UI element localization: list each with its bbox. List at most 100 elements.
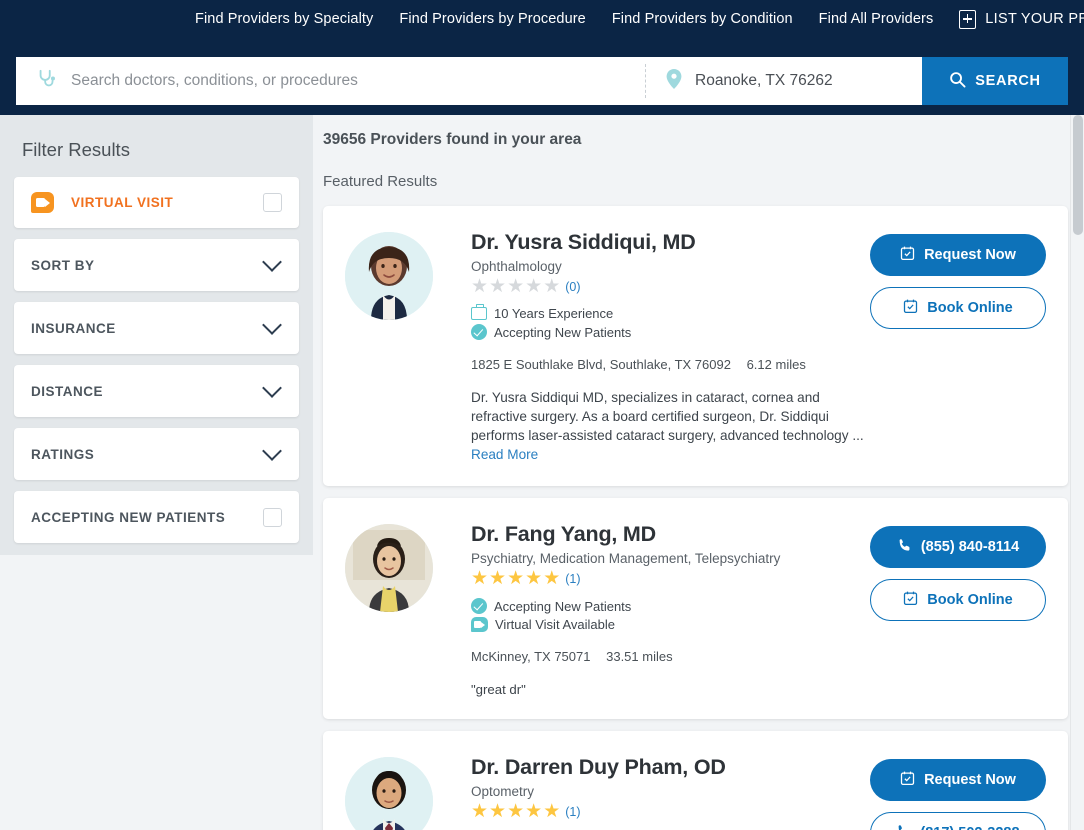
filter-insurance[interactable]: INSURANCE (14, 302, 299, 354)
filter-ratings-label: RATINGS (31, 446, 95, 462)
provider-badge-accepting: Accepting New Patients (471, 598, 870, 614)
provider-card[interactable]: Dr. Yusra Siddiqui, MD Ophthalmology ★ ★… (323, 206, 1068, 486)
filter-sort-by[interactable]: SORT BY (14, 239, 299, 291)
chevron-down-icon[interactable] (262, 252, 282, 272)
star-icon: ★ (525, 801, 543, 822)
book-online-button[interactable]: Book Online (870, 579, 1046, 621)
star-icon: ★ (489, 568, 507, 589)
site-header: Find Providers by Specialty Find Provide… (0, 0, 1084, 115)
phone-icon (897, 538, 912, 557)
stethoscope-icon (36, 68, 58, 95)
provider-name[interactable]: Dr. Yusra Siddiqui, MD (471, 230, 870, 255)
list-your-practice-label: LIST YOUR PRACTICE (985, 11, 1084, 27)
nav-link-specialty[interactable]: Find Providers by Specialty (195, 11, 373, 27)
star-icon: ★ (543, 276, 561, 297)
provider-rating: ★ ★ ★ ★ ★ (1) (471, 569, 870, 588)
filter-ratings[interactable]: RATINGS (14, 428, 299, 480)
search-bar: SEARCH (16, 57, 1068, 105)
filter-accepting-new-patients-checkbox[interactable] (263, 507, 282, 527)
list-your-practice-button[interactable]: LIST YOUR PRACTICE (959, 9, 1084, 29)
phone-button[interactable]: (817) 502-3288 (870, 812, 1046, 830)
provider-review-quote: "great dr" (471, 682, 526, 697)
search-input[interactable] (71, 72, 646, 90)
scrollbar-thumb[interactable] (1073, 115, 1083, 235)
nav-link-condition[interactable]: Find Providers by Condition (612, 11, 793, 27)
page-scrollbar[interactable] (1070, 115, 1084, 830)
star-icon: ★ (507, 801, 525, 822)
page-body: Filter Results VIRTUAL VISIT SORT BY INS… (0, 115, 1084, 830)
provider-actions: Request Now Book Online (870, 228, 1046, 464)
provider-distance: 6.12 miles (746, 357, 806, 372)
review-count[interactable]: (0) (565, 280, 580, 294)
provider-name[interactable]: Dr. Darren Duy Pham, OD (471, 755, 870, 780)
chevron-down-icon[interactable] (262, 378, 282, 398)
search-query-field[interactable] (16, 57, 646, 105)
nav-link-all-providers[interactable]: Find All Providers (819, 11, 934, 27)
provider-address: McKinney, TX 75071 (471, 649, 591, 664)
filter-virtual-visit-checkbox[interactable] (263, 193, 282, 212)
provider-card[interactable]: Dr. Fang Yang, MD Psychiatry, Medication… (323, 498, 1068, 719)
location-input[interactable] (695, 72, 922, 90)
read-more-link[interactable]: Read More (471, 447, 538, 462)
star-icon: ★ (525, 568, 543, 589)
star-icon: ★ (507, 276, 525, 297)
request-now-button[interactable]: Request Now (870, 234, 1046, 276)
video-chat-icon (31, 192, 54, 213)
phone-button[interactable]: (855) 840-8114 (870, 526, 1046, 568)
provider-info: Dr. Yusra Siddiqui, MD Ophthalmology ★ ★… (435, 228, 870, 464)
provider-specialty: Ophthalmology (471, 259, 562, 274)
chevron-down-icon[interactable] (262, 441, 282, 461)
provider-info: Dr. Fang Yang, MD Psychiatry, Medication… (435, 520, 870, 697)
filter-distance[interactable]: DISTANCE (14, 365, 299, 417)
star-rating: ★ ★ ★ ★ ★ (471, 802, 560, 821)
location-field[interactable] (646, 57, 922, 105)
filter-panel-title: Filter Results (22, 139, 130, 160)
filter-accepting-new-patients-label: ACCEPTING NEW PATIENTS (31, 509, 226, 525)
book-online-button[interactable]: Book Online (870, 287, 1046, 329)
provider-search-page: Find Providers by Specialty Find Provide… (0, 0, 1084, 830)
review-count[interactable]: (1) (565, 805, 580, 819)
provider-name[interactable]: Dr. Fang Yang, MD (471, 522, 870, 547)
avatar (345, 757, 433, 830)
provider-distance: 33.51 miles (606, 649, 673, 664)
book-online-label: Book Online (927, 300, 1013, 316)
filter-virtual-visit[interactable]: VIRTUAL VISIT (14, 177, 299, 228)
request-now-label: Request Now (924, 772, 1016, 788)
results-main: 39656 Providers found in your area Featu… (313, 115, 1084, 830)
star-icon: ★ (507, 568, 525, 589)
calendar-check-icon (900, 770, 915, 790)
provider-rating: ★ ★ ★ ★ ★ (1) (471, 802, 870, 821)
provider-address-row: 1825 E Southlake Blvd, Southlake, TX 760… (471, 357, 870, 372)
provider-address-row: McKinney, TX 75071 33.51 miles (471, 649, 870, 664)
provider-specialty: Optometry (471, 784, 535, 799)
badge-label: Accepting New Patients (494, 324, 632, 340)
nav-link-procedure[interactable]: Find Providers by Procedure (399, 11, 585, 27)
star-icon: ★ (471, 276, 489, 297)
star-icon: ★ (489, 801, 507, 822)
avatar (345, 232, 433, 320)
phone-number-label: (855) 840-8114 (920, 539, 1020, 555)
chevron-down-icon[interactable] (262, 315, 282, 335)
star-icon: ★ (543, 568, 561, 589)
provider-address: 1825 E Southlake Blvd, Southlake, TX 760… (471, 357, 731, 372)
search-button[interactable]: SEARCH (922, 57, 1068, 105)
primary-navigation: Find Providers by Specialty Find Provide… (0, 0, 1084, 38)
review-count[interactable]: (1) (565, 572, 580, 586)
calendar-check-icon (903, 298, 918, 318)
provider-badge-virtual: Virtual Visit Available (471, 617, 870, 632)
description-text: Dr. Yusra Siddiqui MD, specializes in ca… (471, 390, 849, 443)
search-icon (949, 71, 966, 92)
avatar-wrapper (345, 753, 435, 830)
star-icon: ★ (489, 276, 507, 297)
calendar-check-icon (900, 245, 915, 265)
description-ellipsis: ... (852, 428, 864, 443)
provider-actions: Request Now (817) 502-3288 (870, 753, 1046, 830)
request-now-button[interactable]: Request Now (870, 759, 1046, 801)
filter-accepting-new-patients[interactable]: ACCEPTING NEW PATIENTS (14, 491, 299, 543)
badge-label: 10 Years Experience (494, 306, 614, 321)
badge-label: Virtual Visit Available (495, 617, 615, 632)
check-circle-icon (471, 324, 487, 340)
provider-info: Dr. Darren Duy Pham, OD Optometry ★ ★ ★ … (435, 753, 870, 830)
provider-rating: ★ ★ ★ ★ ★ (0) (471, 277, 870, 296)
provider-card[interactable]: Dr. Darren Duy Pham, OD Optometry ★ ★ ★ … (323, 731, 1068, 830)
